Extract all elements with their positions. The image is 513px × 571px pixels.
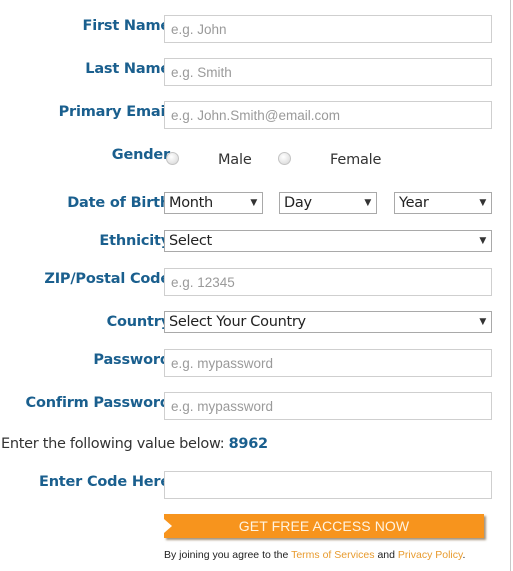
gender-male-radio[interactable] [166, 152, 179, 165]
enter-code-label: Enter Code Here [38, 474, 170, 490]
terms-of-service-link[interactable]: Terms of Services [291, 549, 374, 561]
gender-female-label[interactable]: Female [330, 152, 381, 168]
password-label: Password [93, 352, 170, 368]
captcha-prompt: Enter the following value below: 8962 [1, 436, 268, 452]
first-name-input[interactable] [164, 15, 492, 43]
gender-female-radio[interactable] [278, 152, 291, 165]
country-label: Country [106, 314, 171, 330]
date-of-birth-label: Date of Birth [67, 195, 170, 211]
legal-suffix: . [462, 549, 466, 561]
gender-male-label[interactable]: Male [218, 152, 252, 168]
last-name-label: Last Name [85, 61, 170, 77]
dropdown-arrow-icon: ▼ [479, 236, 486, 246]
zip-code-input[interactable] [164, 268, 492, 296]
confirm-password-input[interactable] [164, 392, 492, 420]
legal-prefix: By joining you agree to the [164, 549, 289, 561]
birth-year-select[interactable]: Year ▼ [394, 192, 492, 214]
birth-month-select[interactable]: Month ▼ [164, 192, 263, 214]
captcha-code: 8962 [228, 436, 268, 452]
primary-email-input[interactable] [164, 101, 492, 129]
legal-notice: By joining you agree to the Terms of Ser… [164, 549, 465, 561]
arrow-notch-icon [164, 519, 172, 533]
birth-day-select[interactable]: Day ▼ [279, 192, 377, 214]
last-name-input[interactable] [164, 58, 492, 86]
ethnicity-value: Select [169, 233, 212, 249]
page-edge-divider [510, 0, 511, 571]
ethnicity-label: Ethnicity [99, 233, 170, 249]
captcha-prompt-text: Enter the following value below: [1, 436, 225, 452]
get-free-access-label: GET FREE ACCESS NOW [238, 518, 410, 534]
first-name-label: First Name [82, 18, 171, 34]
ethnicity-select[interactable]: Select ▼ [164, 230, 492, 252]
dropdown-arrow-icon: ▼ [364, 198, 371, 208]
country-value: Select Your Country [169, 314, 306, 330]
birth-month-value: Month [169, 195, 213, 211]
dropdown-arrow-icon: ▼ [479, 198, 486, 208]
privacy-policy-link[interactable]: Privacy Policy [398, 549, 463, 561]
dropdown-arrow-icon: ▼ [250, 198, 257, 208]
gender-label: Gender [111, 147, 170, 163]
country-select[interactable]: Select Your Country ▼ [164, 311, 492, 333]
captcha-code-input[interactable] [164, 471, 492, 499]
get-free-access-button[interactable]: GET FREE ACCESS NOW [164, 514, 484, 538]
birth-day-value: Day [284, 195, 312, 211]
primary-email-label: Primary Email [58, 104, 171, 120]
dropdown-arrow-icon: ▼ [479, 317, 486, 327]
birth-year-value: Year [399, 195, 429, 211]
password-input[interactable] [164, 349, 492, 377]
zip-code-label: ZIP/Postal Code [44, 271, 170, 287]
legal-and: and [377, 549, 395, 561]
confirm-password-label: Confirm Password [25, 395, 171, 411]
